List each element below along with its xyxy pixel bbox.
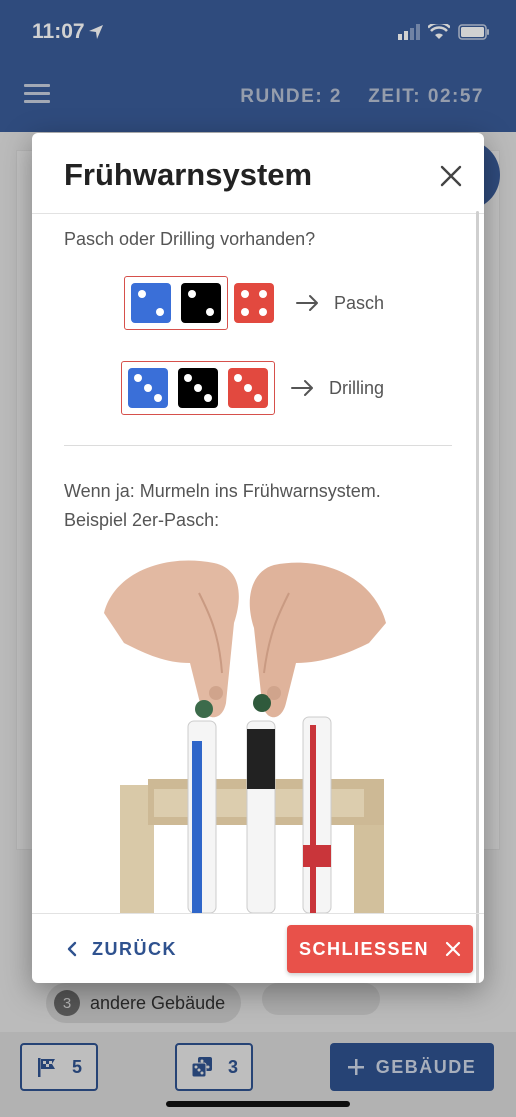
pasch-label: Pasch	[334, 292, 385, 313]
blue-die-two	[131, 283, 171, 323]
red-die-three	[228, 368, 268, 408]
black-die-two	[181, 283, 221, 323]
question-text: Pasch oder Drilling vorhanden?	[64, 229, 316, 249]
instruction-text: Wenn ja: Murmeln ins Frühwarnsystem.	[64, 481, 381, 501]
close-icon	[445, 941, 461, 957]
example-photo	[104, 553, 386, 913]
back-label: ZURÜCK	[92, 938, 177, 959]
drilling-label: Drilling	[329, 377, 385, 398]
arrow-right-icon	[296, 295, 318, 311]
blue-die-three	[128, 368, 168, 408]
info-dialog: Frühwarnsystem Pasch oder Drilling vorha…	[32, 133, 484, 983]
chevron-left-icon	[67, 941, 77, 957]
content-divider	[64, 445, 452, 446]
pasch-example: Pasch	[124, 276, 384, 330]
black-die-three	[178, 368, 218, 408]
title-divider	[32, 213, 484, 214]
example-caption: Beispiel 2er-Pasch:	[64, 510, 220, 530]
drilling-highlight	[121, 361, 275, 415]
dialog-title: Frühwarnsystem	[64, 157, 313, 192]
back-button[interactable]: ZURÜCK	[66, 929, 177, 969]
scrollbar[interactable]	[476, 211, 479, 983]
close-button[interactable]: SCHLIESSEN	[287, 925, 473, 973]
arrow-right-icon	[291, 380, 313, 396]
drilling-example: Drilling	[121, 361, 384, 415]
close-icon[interactable]	[440, 165, 462, 187]
close-label: SCHLIESSEN	[298, 938, 430, 959]
red-die-four	[234, 283, 274, 323]
pasch-highlight	[124, 276, 228, 330]
footer-divider	[32, 913, 484, 914]
